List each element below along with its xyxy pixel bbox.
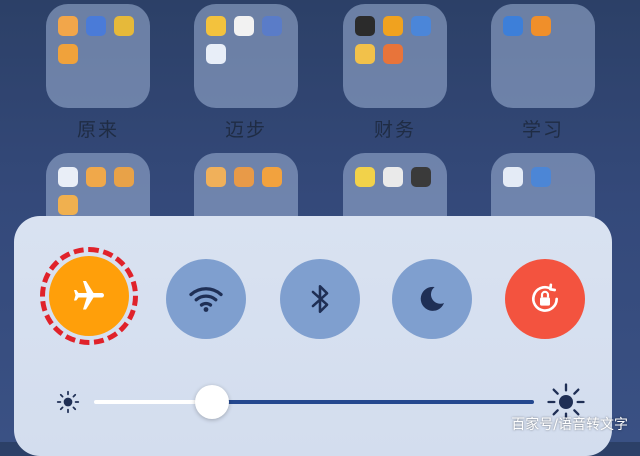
app-icon	[531, 167, 551, 187]
folder-label: 财务	[373, 119, 416, 141]
app-icon	[58, 16, 78, 36]
app-icon	[58, 167, 78, 187]
app-icon	[383, 44, 403, 64]
folder-xuexi[interactable]	[491, 4, 595, 108]
folder-label: 迈步	[224, 119, 267, 141]
folder-label: 原来	[76, 119, 119, 141]
bluetooth-toggle[interactable]	[280, 259, 360, 339]
app-icon	[383, 16, 403, 36]
folder-label: 学习	[521, 119, 564, 141]
app-icon	[411, 167, 431, 187]
app-icon	[58, 44, 78, 64]
app-icon	[503, 167, 523, 187]
app-icon	[355, 44, 375, 64]
folder-maibu[interactable]	[194, 4, 298, 108]
moon-icon	[420, 286, 444, 311]
app-icon	[355, 16, 375, 36]
app-icon	[58, 195, 78, 215]
wifi-icon	[189, 287, 223, 312]
airplane-icon	[74, 281, 104, 310]
brightness-slider-thumb[interactable]	[195, 385, 229, 419]
app-icon	[86, 16, 106, 36]
app-icon	[234, 167, 254, 187]
app-icon	[234, 16, 254, 36]
app-icon	[86, 167, 106, 187]
app-icon	[206, 44, 226, 64]
app-icon	[206, 16, 226, 36]
app-icon	[262, 16, 282, 36]
app-icon	[503, 16, 523, 36]
rotation-lock-toggle[interactable]	[505, 259, 585, 339]
airplane-mode-toggle[interactable]	[49, 256, 129, 336]
app-icon	[411, 16, 431, 36]
app-icon	[355, 167, 375, 187]
folder-caiwu[interactable]	[343, 4, 447, 108]
watermark-text: 百家号/语音转文字	[511, 417, 628, 433]
bluetooth-icon	[311, 284, 329, 314]
wifi-toggle[interactable]	[166, 259, 246, 339]
app-icon	[206, 167, 226, 187]
brightness-track	[212, 400, 534, 404]
sun-small-icon	[56, 390, 80, 414]
app-icon	[114, 167, 134, 187]
app-icon	[262, 167, 282, 187]
folder-yuanlai[interactable]	[46, 4, 150, 108]
app-icon	[383, 167, 403, 187]
app-icon	[531, 16, 551, 36]
app-icon	[114, 16, 134, 36]
do-not-disturb-toggle[interactable]	[392, 259, 472, 339]
rotation-lock-icon	[532, 283, 558, 312]
